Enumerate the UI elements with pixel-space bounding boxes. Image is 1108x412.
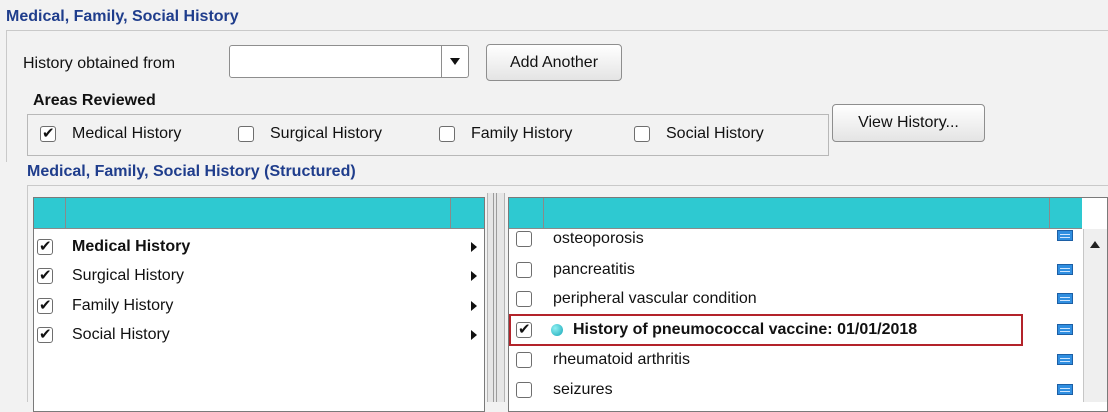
area-medical-label[interactable]: Medical History (72, 125, 181, 143)
condition-rows-viewport: osteoporosis pancreatitis peripheral vas… (509, 229, 1082, 402)
condition-checkbox[interactable] (516, 231, 532, 247)
section-divider (6, 30, 1108, 31)
condition-checkbox[interactable] (516, 291, 532, 307)
area-surgical-label[interactable]: Surgical History (270, 125, 382, 143)
note-icon[interactable] (1057, 384, 1073, 395)
condition-label[interactable]: rheumatoid arthritis (553, 351, 690, 369)
structured-section-title: Medical, Family, Social History (Structu… (27, 163, 356, 180)
view-history-button[interactable]: View History... (832, 104, 985, 142)
category-social-checkbox[interactable] (37, 325, 53, 343)
note-icon[interactable] (1057, 354, 1073, 365)
chevron-right-icon[interactable] (471, 242, 477, 252)
note-icon[interactable] (1057, 264, 1073, 275)
category-surgical-label[interactable]: Surgical History (72, 267, 184, 285)
add-another-button[interactable]: Add Another (486, 44, 622, 81)
structured-left-border (27, 185, 28, 402)
area-medical-checkbox[interactable] (40, 124, 56, 142)
note-icon[interactable] (1057, 293, 1073, 304)
condition-checkbox[interactable] (516, 352, 532, 368)
scroll-up-icon[interactable] (1090, 241, 1100, 248)
condition-checkbox[interactable] (516, 262, 532, 278)
history-obtained-label: History obtained from (23, 55, 176, 72)
section-title: Medical, Family, Social History (6, 8, 239, 25)
condition-label[interactable]: osteoporosis (553, 230, 644, 248)
category-medical-label[interactable]: Medical History (72, 238, 190, 256)
area-social-label[interactable]: Social History (666, 125, 764, 143)
area-social-checkbox[interactable] (634, 126, 650, 142)
category-family-label[interactable]: Family History (72, 297, 173, 315)
condition-label[interactable]: peripheral vascular condition (553, 290, 757, 308)
category-header-divider-1 (65, 198, 66, 228)
condition-scrollbar[interactable] (1083, 229, 1107, 402)
condition-label[interactable]: seizures (553, 381, 613, 399)
areas-reviewed-label: Areas Reviewed (33, 92, 156, 109)
chevron-right-icon[interactable] (471, 330, 477, 340)
condition-checkbox[interactable] (516, 320, 532, 338)
category-family-checkbox[interactable] (37, 296, 53, 314)
condition-label[interactable]: History of pneumococcal vaccine: 01/01/2… (573, 321, 917, 339)
category-surgical-checkbox[interactable] (37, 266, 53, 284)
area-family-checkbox[interactable] (439, 126, 455, 142)
section-left-border (6, 30, 7, 162)
category-header-bottom (34, 228, 484, 229)
condition-label[interactable]: pancreatitis (553, 261, 635, 279)
chevron-down-icon[interactable] (441, 46, 468, 77)
condition-list-header (509, 198, 1082, 228)
area-family-label[interactable]: Family History (471, 125, 572, 143)
condition-header-divider-1 (543, 198, 544, 228)
condition-header-divider-2 (1049, 198, 1050, 228)
category-social-label[interactable]: Social History (72, 326, 170, 344)
note-icon[interactable] (1057, 324, 1073, 335)
chevron-right-icon[interactable] (471, 271, 477, 281)
history-obtained-select[interactable] (229, 45, 469, 78)
note-icon[interactable] (1057, 230, 1073, 241)
category-header-divider-2 (450, 198, 451, 228)
structured-divider (27, 185, 1108, 186)
splitter-grip[interactable] (493, 193, 497, 402)
category-list-header (34, 198, 484, 228)
category-medical-checkbox[interactable] (37, 237, 53, 255)
chevron-right-icon[interactable] (471, 301, 477, 311)
area-surgical-checkbox[interactable] (238, 126, 254, 142)
status-dot-icon (551, 324, 563, 336)
condition-checkbox[interactable] (516, 382, 532, 398)
